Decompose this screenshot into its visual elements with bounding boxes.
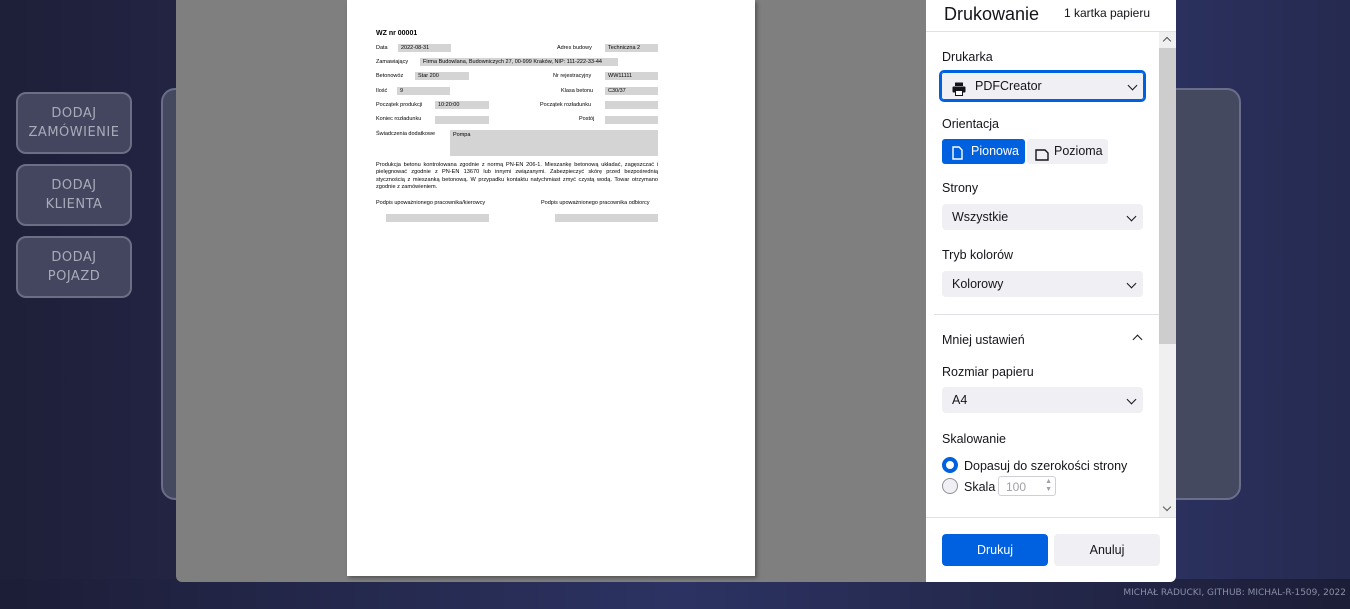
unloading-start-label: Początek rozładunku bbox=[540, 102, 592, 108]
less-settings-toggle[interactable]: Mniej ustawień bbox=[942, 333, 1143, 347]
paper-size-select[interactable]: A4 bbox=[942, 387, 1143, 413]
add-client-button[interactable]: DODAJ KLIENTA bbox=[16, 164, 132, 226]
document-terms-paragraph: Produkcja betonu kontrolowana zgodnie z … bbox=[376, 162, 658, 191]
date-value: 2022-08-31 bbox=[398, 44, 451, 52]
add-client-label-1: DODAJ bbox=[51, 178, 97, 193]
add-order-label-1: DODAJ bbox=[51, 106, 97, 121]
chevron-down-icon bbox=[1126, 278, 1137, 289]
add-vehicle-button[interactable]: DODAJ POJAZD bbox=[16, 236, 132, 298]
add-client-label-2: KLIENTA bbox=[45, 197, 103, 212]
landscape-page-icon bbox=[1035, 145, 1049, 170]
pages-select[interactable]: Wszystkie bbox=[942, 204, 1143, 230]
add-order-label-2: ZAMÓWIENIE bbox=[28, 125, 120, 140]
color-mode-value: Kolorowy bbox=[952, 277, 1004, 291]
unloading-end-label: Koniec rozładunku bbox=[376, 116, 422, 122]
scaling-fit-radio[interactable] bbox=[942, 457, 958, 473]
quantity-label: Ilość bbox=[376, 88, 388, 94]
orientation-landscape-label: Pozioma bbox=[1054, 144, 1103, 158]
mixer-value: Star 200 bbox=[415, 72, 469, 80]
paper-size-label: Rozmiar papieru bbox=[942, 365, 1034, 379]
print-button[interactable]: Drukuj bbox=[942, 534, 1048, 566]
chevron-up-icon bbox=[1132, 334, 1143, 345]
concrete-class-label: Klasa betonu bbox=[561, 88, 594, 94]
scale-input[interactable]: 100 ▲ ▼ bbox=[998, 476, 1056, 496]
registration-label: Nr rejestracyjny bbox=[553, 73, 592, 79]
signature-left-label: Podpis upoważnionego pracownika/kierowcy bbox=[376, 200, 486, 206]
signature-right-label: Podpis upoważnionego pracownika odbiorcy bbox=[541, 200, 650, 206]
printer-value: PDFCreator bbox=[975, 79, 1042, 93]
production-start-label: Początek produkcji bbox=[376, 102, 423, 108]
scale-stepper-icon[interactable]: ▲ ▼ bbox=[1045, 478, 1052, 494]
quantity-value: 9 bbox=[397, 87, 450, 95]
signature-left-box bbox=[386, 214, 489, 222]
unloading-end-value bbox=[435, 116, 489, 124]
dialog-title: Drukowanie bbox=[944, 4, 1040, 24]
scaling-label: Skalowanie bbox=[942, 432, 1006, 446]
registration-value: WW11111 bbox=[605, 72, 658, 80]
printer-icon bbox=[952, 79, 966, 105]
stoppage-label: Postój bbox=[579, 116, 595, 122]
color-mode-select[interactable]: Kolorowy bbox=[942, 271, 1143, 297]
less-settings-label: Mniej ustawień bbox=[942, 333, 1025, 347]
preview-page: WZ nr 00001 Data 2022-08-31 Adres budowy… bbox=[347, 0, 755, 576]
scroll-up-arrow-icon[interactable] bbox=[1162, 36, 1172, 46]
unloading-start-value bbox=[605, 101, 658, 109]
portrait-page-icon bbox=[952, 144, 963, 169]
sheet-count: 1 kartka papieru bbox=[1063, 6, 1150, 20]
scaling-fit-label: Dopasuj do szerokości strony bbox=[964, 459, 1128, 473]
address-value: Techniczna 2 bbox=[605, 44, 658, 52]
scale-input-placeholder: 100 bbox=[1006, 480, 1027, 494]
print-dialog: Drukowanie 1 kartka papieru Drukarka PDF… bbox=[926, 0, 1176, 582]
scrollbar-thumb[interactable] bbox=[1159, 48, 1176, 344]
paper-size-value: A4 bbox=[952, 393, 968, 407]
settings-scrollbar[interactable] bbox=[1159, 32, 1176, 518]
chevron-down-icon bbox=[1127, 80, 1138, 91]
add-vehicle-label-1: DODAJ bbox=[51, 250, 97, 265]
scaling-scale-label: Skala bbox=[964, 480, 996, 494]
client-value: Firma Budowlana, Budowniczych 27, 00-999… bbox=[420, 58, 618, 66]
printer-select[interactable]: PDFCreator bbox=[939, 70, 1146, 102]
extra-services-value: Pompa bbox=[450, 130, 658, 156]
color-mode-label: Tryb kolorów bbox=[942, 248, 1014, 262]
footer-credit: MICHAŁ RADUCKI, GITHUB: MICHAL-R-1509, 2… bbox=[1123, 588, 1346, 598]
scroll-down-arrow-icon[interactable] bbox=[1162, 502, 1172, 512]
orientation-label: Orientacja bbox=[942, 117, 999, 131]
pages-value: Wszystkie bbox=[952, 210, 1009, 224]
orientation-landscape-button[interactable]: Pozioma bbox=[1027, 139, 1108, 164]
extra-services-label: Świadczenia dodatkowe bbox=[376, 131, 436, 137]
add-vehicle-label-2: POJAZD bbox=[47, 269, 101, 284]
chevron-down-icon bbox=[1126, 211, 1137, 222]
mixer-label: Betonowóz bbox=[376, 73, 404, 79]
date-label: Data bbox=[376, 45, 388, 51]
footer-divider bbox=[926, 517, 1176, 518]
concrete-class-value: C30/37 bbox=[605, 87, 658, 95]
cancel-button[interactable]: Anuluj bbox=[1054, 534, 1160, 566]
document-title: WZ nr 00001 bbox=[376, 30, 418, 37]
production-start-value: 10:20:00 bbox=[435, 101, 489, 109]
orientation-portrait-button[interactable]: Pionowa bbox=[942, 139, 1025, 164]
client-label: Zamawiający bbox=[376, 59, 409, 65]
chevron-down-icon bbox=[1126, 394, 1137, 405]
printer-label: Drukarka bbox=[942, 50, 993, 64]
signature-right-box bbox=[555, 214, 658, 222]
section-divider bbox=[934, 314, 1159, 315]
header-divider bbox=[926, 31, 1176, 32]
orientation-portrait-label: Pionowa bbox=[971, 144, 1019, 158]
scaling-scale-radio[interactable] bbox=[942, 478, 958, 494]
address-label: Adres budowy bbox=[557, 45, 592, 51]
add-order-button[interactable]: DODAJ ZAMÓWIENIE bbox=[16, 92, 132, 154]
stoppage-value bbox=[605, 116, 658, 124]
pages-label: Strony bbox=[942, 181, 979, 195]
